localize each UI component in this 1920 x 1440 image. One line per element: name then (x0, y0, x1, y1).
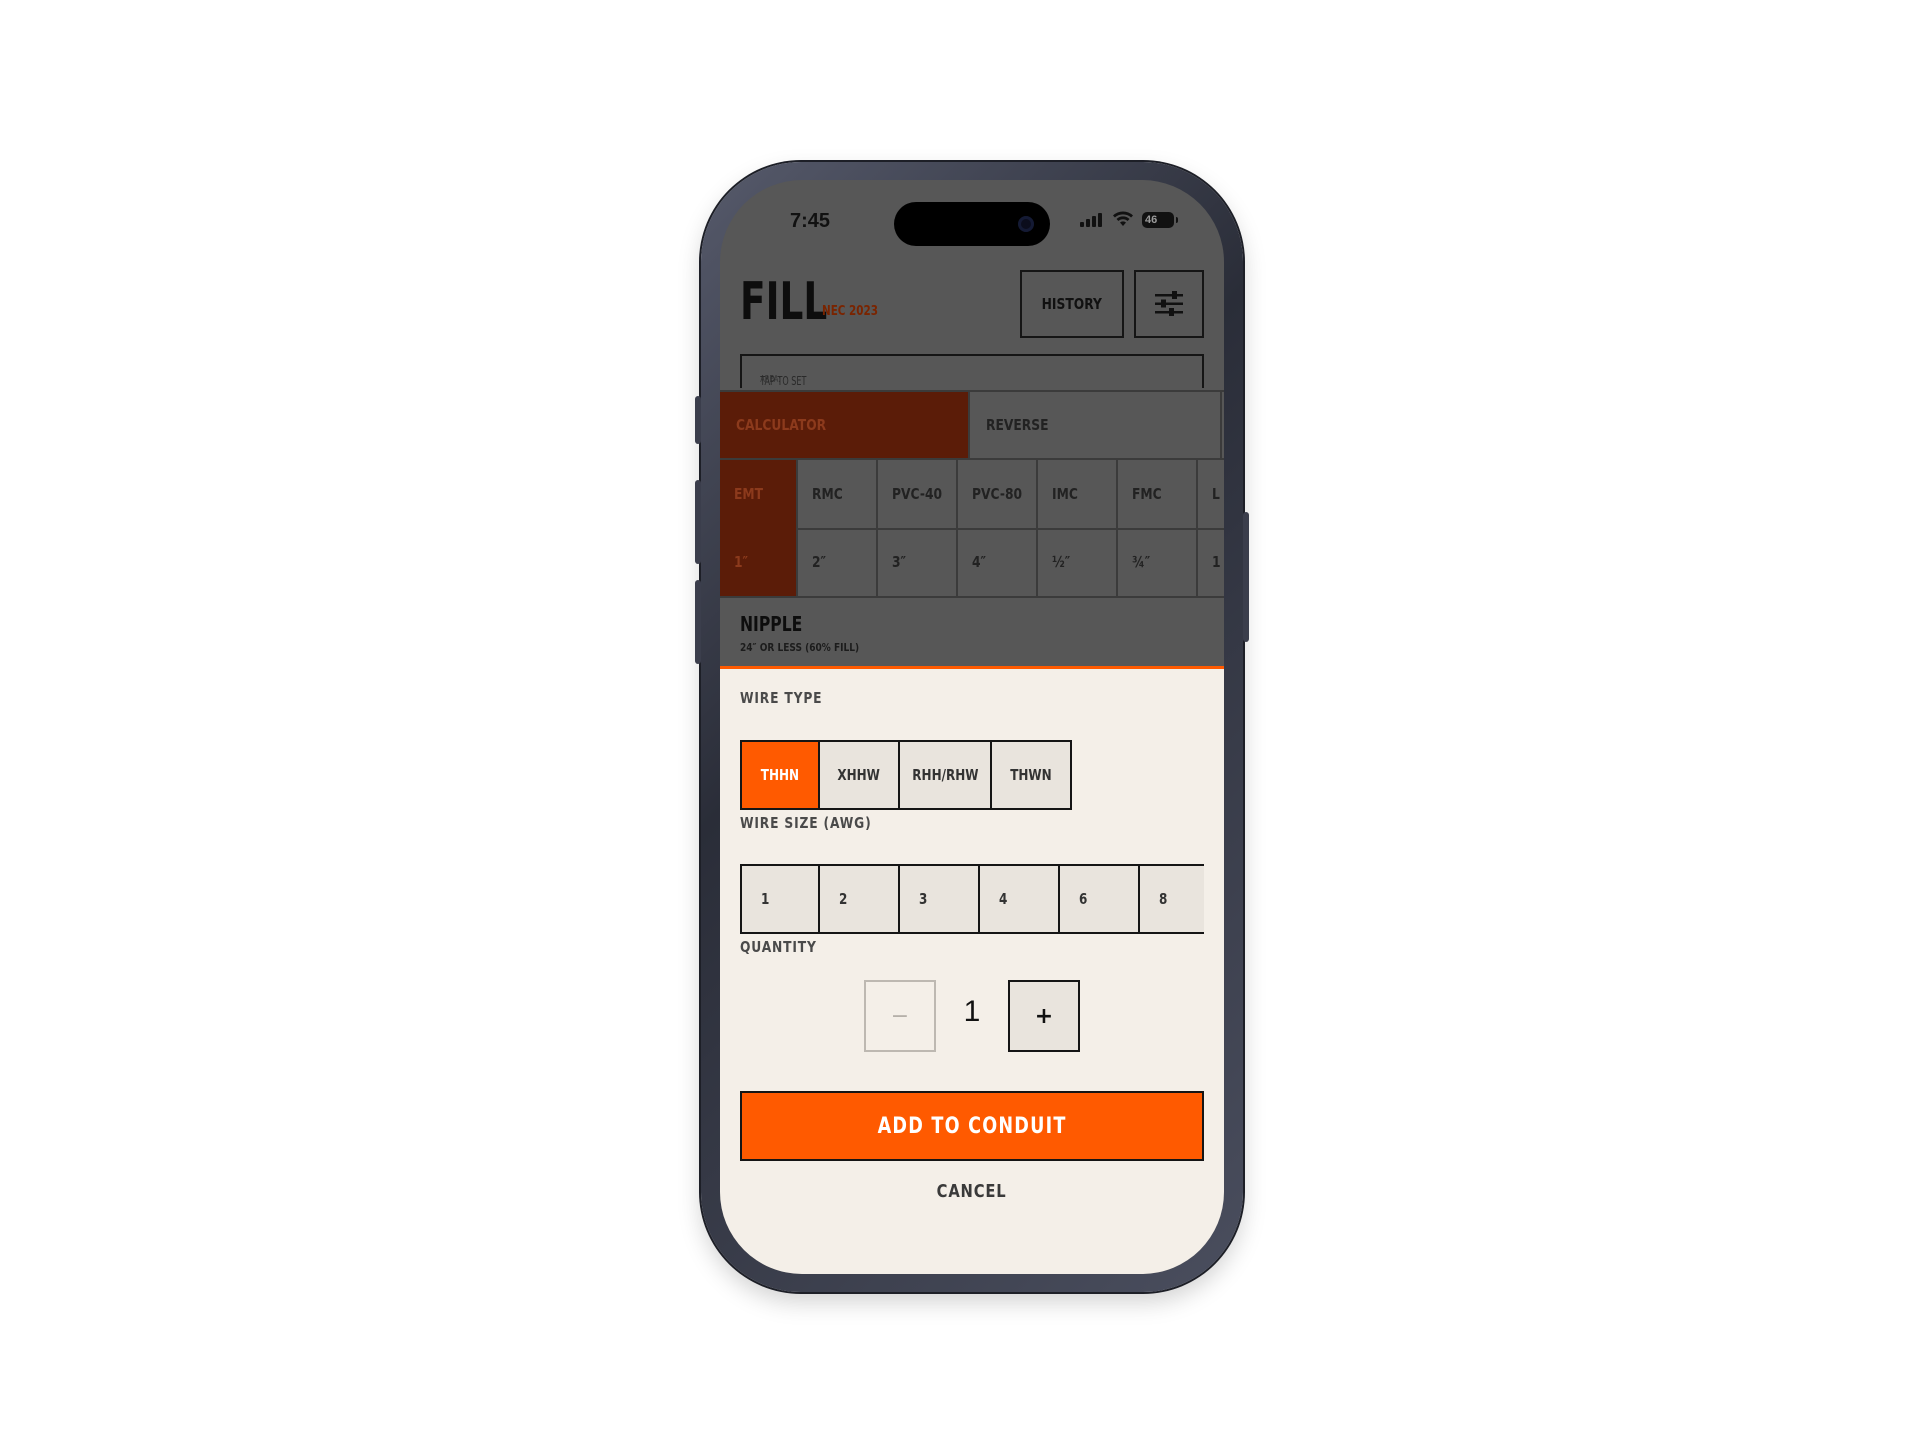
wire-type-thhn[interactable]: THHN (742, 742, 820, 808)
conduit-size-selector: 1″ 2″ 3″ 4″ ½″ ¾″ 1 (720, 528, 1224, 598)
quantity-decrement-button[interactable]: − (864, 980, 936, 1052)
conduit-size-half[interactable]: ½″ (1038, 528, 1118, 598)
conduit-type-more[interactable]: L (1198, 460, 1224, 530)
add-wire-sheet: WIRE TYPE THHN XHHW RHH/RHW THWN WIRE SI… (720, 669, 1224, 1274)
wire-size-2[interactable]: 2 (820, 866, 900, 932)
tab-reverse-label: REVERSE (986, 416, 1049, 434)
volume-up-button (695, 480, 701, 564)
cancel-label: CANCEL (937, 1181, 1007, 1202)
wire-size-selector: 1 2 3 4 6 8 (740, 864, 1204, 934)
wire-size-4[interactable]: 4 (980, 866, 1060, 932)
add-to-conduit-button[interactable]: ADD TO CONDUIT (740, 1091, 1204, 1161)
phone-screen: 7:45 46 FILL NEC 2023 HISTORY AREA: TAP … (720, 180, 1224, 1274)
wire-type-selector: THHN XHHW RHH/RHW THWN (740, 740, 1072, 810)
conduit-size-4[interactable]: 4″ (958, 528, 1038, 598)
tab-reverse[interactable]: REVERSE (970, 392, 1222, 458)
conduit-type-emt[interactable]: EMT (720, 460, 798, 530)
nipple-title: NIPPLE (740, 612, 803, 636)
action-button (695, 396, 701, 444)
conduit-type-pvc-40[interactable]: PVC-40 (878, 460, 958, 530)
wire-type-xhhw[interactable]: XHHW (820, 742, 900, 808)
wire-type-thwn[interactable]: THWN (992, 742, 1070, 808)
conduit-size-2[interactable]: 2″ (798, 528, 878, 598)
wire-type-label: WIRE TYPE (740, 689, 823, 707)
dynamic-island (894, 202, 1050, 246)
conduit-type-pvc-80[interactable]: PVC-80 (958, 460, 1038, 530)
wire-size-6[interactable]: 6 (1060, 866, 1140, 932)
nipple-subtitle: 24″ OR LESS (60% FILL) (740, 641, 860, 654)
battery-icon: 46 (1142, 212, 1178, 228)
mode-tabs: CALCULATOR REVERSE (720, 390, 1224, 460)
conduit-type-imc[interactable]: IMC (1038, 460, 1118, 530)
conduit-size-3[interactable]: 3″ (878, 528, 958, 598)
status-time: 7:45 (790, 210, 831, 232)
page-title: FILL (740, 272, 828, 332)
wire-size-label: WIRE SIZE (AWG) (740, 814, 872, 832)
tab-calculator-label: CALCULATOR (736, 416, 827, 434)
wifi-icon (1113, 211, 1133, 226)
cancel-button[interactable]: CANCEL (720, 1181, 1224, 1202)
wire-type-rhh-rhw[interactable]: RHH/RHW (900, 742, 992, 808)
conduit-size-three-quarter[interactable]: ¾″ (1118, 528, 1198, 598)
wire-size-1[interactable]: 1 (742, 866, 820, 932)
history-button-label: HISTORY (1041, 295, 1103, 313)
area-value: TAP TO SET (760, 374, 807, 388)
quantity-label: QUANTITY (740, 938, 817, 956)
sliders-icon (1155, 291, 1183, 316)
area-field[interactable]: AREA: TAP TO SET (740, 354, 1204, 388)
tab-calculator[interactable]: CALCULATOR (720, 392, 970, 458)
status-bar: 7:45 46 (720, 180, 1224, 250)
conduit-size-more[interactable]: 1 (1198, 528, 1224, 598)
conduit-size-1[interactable]: 1″ (720, 528, 798, 598)
conduit-type-selector: EMT RMC PVC-40 PVC-80 IMC FMC L (720, 458, 1224, 530)
settings-button[interactable] (1134, 270, 1204, 338)
wire-size-8[interactable]: 8 (1140, 866, 1204, 932)
power-button (1243, 512, 1249, 642)
quantity-increment-button[interactable]: + (1008, 980, 1080, 1052)
conduit-type-fmc[interactable]: FMC (1118, 460, 1198, 530)
volume-down-button (695, 580, 701, 664)
nipple-option[interactable]: NIPPLE 24″ OR LESS (60% FILL) (720, 598, 1224, 669)
cellular-signal-icon (1080, 213, 1104, 227)
conduit-type-rmc[interactable]: RMC (798, 460, 878, 530)
history-button[interactable]: HISTORY (1020, 270, 1124, 338)
quantity-value: 1 (963, 995, 981, 1028)
wire-size-3[interactable]: 3 (900, 866, 980, 932)
code-edition-label: NEC 2023 (822, 304, 879, 319)
add-to-conduit-label: ADD TO CONDUIT (877, 1113, 1067, 1139)
camera-icon (1018, 216, 1034, 232)
